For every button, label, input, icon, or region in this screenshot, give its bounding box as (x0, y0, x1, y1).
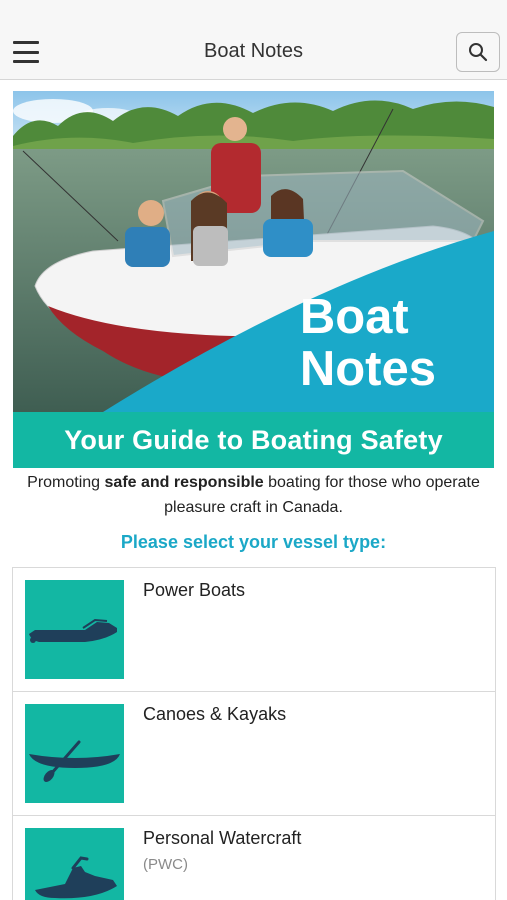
vessel-item-canoes-kayaks[interactable]: Canoes & Kayaks (12, 692, 496, 816)
vessel-select-heading: Please select your vessel type: (120, 532, 387, 552)
intro-text: Promoting safe and responsible boating f… (20, 470, 487, 520)
jet-ski-icon (25, 828, 124, 900)
intro-text-bold: safe and responsible (104, 474, 264, 491)
search-button[interactable] (456, 32, 500, 72)
hero-title: Boat Notes (300, 291, 436, 395)
app-title: Boat Notes (204, 40, 303, 62)
vessel-item-personal-watercraft[interactable]: Personal Watercraft (PWC) (12, 816, 496, 900)
hero-title-line1: Boat (299, 290, 409, 344)
vessel-name: Power Boats (143, 580, 246, 600)
top-app-bar: Boat Notes (0, 0, 507, 80)
vessel-item-power-boats[interactable]: Power Boats (12, 568, 496, 692)
hero-title-line2: Notes (299, 342, 436, 396)
vessel-type-list: Power Boats Canoes & Kayaks Personal Wat… (12, 567, 496, 900)
vessel-name: Personal Watercraft (143, 828, 302, 848)
vessel-subtitle: (PWC) (143, 856, 188, 873)
vessel-name: Canoes & Kayaks (143, 704, 287, 724)
hero-tagline-banner: Your Guide to Boating Safety (13, 412, 494, 468)
power-boat-icon (25, 580, 124, 679)
search-icon (469, 43, 488, 62)
canoe-icon (25, 704, 124, 803)
hero-banner-image: Boat Notes Your Guide to Boating Safety (13, 91, 494, 468)
intro-text-part1: Promoting (27, 474, 105, 491)
